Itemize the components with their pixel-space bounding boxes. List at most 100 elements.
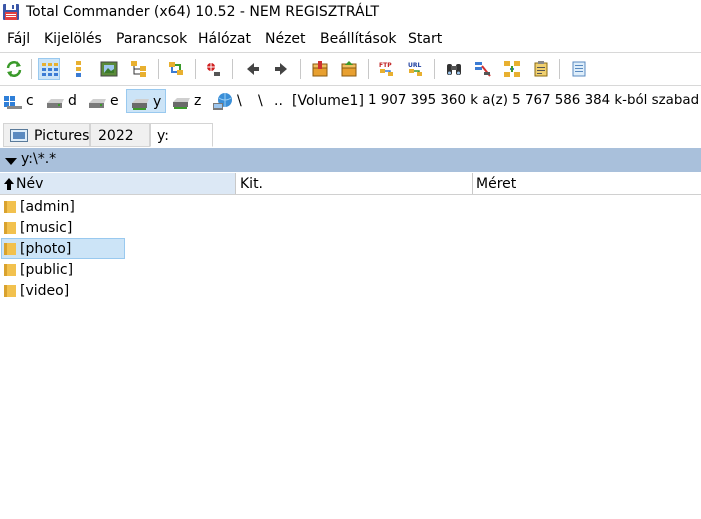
thumbnails-icon: [100, 61, 118, 77]
detailed-view-button[interactable]: [68, 58, 90, 80]
folder-tabs: Pictures 2022 y:: [0, 120, 701, 148]
folder-icon: [4, 285, 16, 297]
column-header-ext[interactable]: Kit.: [236, 173, 473, 194]
column-header-size[interactable]: Méret: [473, 173, 701, 194]
menu-commands[interactable]: Parancsok: [116, 31, 187, 47]
network-drive-icon: [173, 98, 190, 109]
thumbnails-button[interactable]: [98, 58, 120, 80]
refresh-icon: [6, 61, 22, 77]
drive-label-e: e: [110, 93, 119, 109]
pack-button[interactable]: [309, 58, 331, 80]
hard-drive-icon: [89, 99, 106, 108]
refresh-button[interactable]: [3, 58, 25, 80]
notepad-icon: [572, 61, 586, 77]
toolbar-separator: [559, 59, 560, 79]
tree-view-button[interactable]: [128, 58, 150, 80]
path-bar[interactable]: y:\*.*: [0, 148, 701, 172]
file-row-public[interactable]: [public]: [1, 260, 125, 280]
back-button[interactable]: [242, 58, 264, 80]
folder-icon: [4, 243, 16, 255]
floppy-disk-icon: [3, 4, 19, 20]
tab-label: y:: [157, 128, 169, 144]
toolbar-separator: [434, 59, 435, 79]
folder-icon: [4, 264, 16, 276]
url-icon: URL: [408, 62, 422, 76]
root-dir-button[interactable]: \: [237, 93, 242, 109]
toolbar-separator: [195, 59, 196, 79]
file-row-video[interactable]: [video]: [1, 281, 125, 301]
drive-label-d: d: [68, 93, 77, 109]
root-dir-button[interactable]: \: [258, 93, 263, 109]
tab-label: Pictures: [34, 128, 90, 144]
file-name: [public]: [20, 262, 74, 278]
tree-view-icon: [131, 61, 146, 77]
drive-button-e[interactable]: e: [84, 89, 124, 113]
copy-names-icon: [534, 61, 548, 77]
back-icon: [247, 63, 259, 75]
tab-y[interactable]: y:: [150, 123, 213, 147]
history-dropdown-icon[interactable]: [5, 158, 17, 165]
picture-folder-icon: [10, 129, 28, 142]
menu-start[interactable]: Start: [408, 31, 442, 47]
url-button[interactable]: URL: [405, 58, 427, 80]
tab-pictures[interactable]: Pictures: [3, 123, 90, 147]
ftp-button[interactable]: FTP: [376, 58, 398, 80]
drive-label-c: c: [26, 93, 34, 109]
unpack-button[interactable]: [338, 58, 360, 80]
tab-2022[interactable]: 2022: [90, 123, 150, 147]
drive-label-y: y: [153, 94, 162, 110]
brief-view-icon: [42, 63, 58, 76]
title-bar: Total Commander (x64) 10.52 - NEM REGISZ…: [0, 0, 701, 26]
sync-dirs-button[interactable]: [501, 58, 523, 80]
file-name: [admin]: [20, 199, 75, 215]
ftp-icon: FTP: [379, 62, 393, 76]
sort-ascending-icon: [4, 178, 14, 190]
parent-dir-button[interactable]: ..: [274, 93, 283, 109]
menu-configuration[interactable]: Beállítások: [320, 31, 397, 47]
folder-icon: [4, 222, 16, 234]
brief-view-button[interactable]: [38, 58, 60, 80]
pack-icon: [312, 61, 328, 77]
svg-text:FTP: FTP: [379, 62, 392, 69]
free-space-info: 1 907 395 360 k a(z) 5 767 586 384 k-ból…: [368, 93, 700, 108]
menu-file[interactable]: Fájl: [7, 31, 30, 47]
multi-rename-icon: [475, 62, 491, 77]
volume-label: [Volume1]: [292, 93, 364, 109]
column-headers: Név Kit. Méret: [0, 173, 701, 195]
find-button[interactable]: [443, 58, 465, 80]
column-label: Méret: [476, 176, 517, 192]
file-row-photo[interactable]: [photo]: [1, 238, 125, 259]
column-label: Név: [16, 176, 44, 192]
menu-view[interactable]: Nézet: [265, 31, 306, 47]
forward-icon: [275, 63, 287, 75]
notepad-button[interactable]: [568, 58, 590, 80]
window-title: Total Commander (x64) 10.52 - NEM REGISZ…: [26, 4, 380, 20]
unpack-icon: [341, 61, 357, 77]
menu-selection[interactable]: Kijelölés: [44, 31, 102, 47]
drive-button-y[interactable]: y: [126, 89, 166, 113]
file-name: [photo]: [20, 241, 72, 257]
file-row-admin[interactable]: [admin]: [1, 197, 125, 217]
column-label: Kit.: [240, 176, 264, 192]
drive-button-z[interactable]: z: [168, 89, 208, 113]
column-header-name[interactable]: Név: [0, 173, 236, 194]
drive-button-c[interactable]: c: [0, 89, 40, 113]
current-path: y:\*.*: [21, 151, 57, 167]
detailed-view-icon: [76, 61, 81, 77]
multi-rename-button[interactable]: [472, 58, 494, 80]
toolbar: FTP URL: [0, 52, 701, 86]
toolbar-separator: [300, 59, 301, 79]
copy-names-button[interactable]: [530, 58, 552, 80]
drive-button-d[interactable]: d: [42, 89, 82, 113]
file-row-music[interactable]: [music]: [1, 218, 125, 238]
sync-dirs-icon: [504, 61, 520, 77]
network-neighborhood-icon[interactable]: [212, 92, 234, 112]
forward-button[interactable]: [270, 58, 292, 80]
file-name: [music]: [20, 220, 73, 236]
menu-network[interactable]: Hálózat: [198, 31, 251, 47]
drive-label-z: z: [194, 93, 202, 109]
invert-selection-button[interactable]: [202, 58, 224, 80]
menu-bar: Fájl Kijelölés Parancsok Hálózat Nézet B…: [0, 28, 701, 50]
toolbar-separator: [158, 59, 159, 79]
compare-dirs-button[interactable]: [165, 58, 187, 80]
